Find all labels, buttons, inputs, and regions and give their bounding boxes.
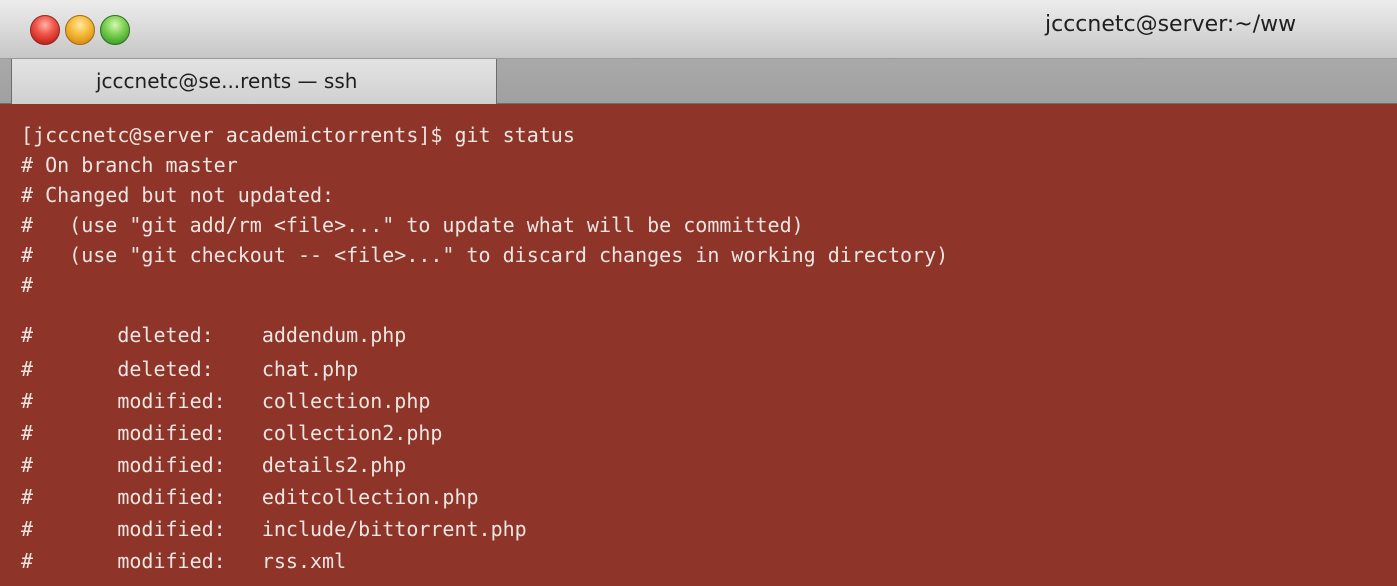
terminal-line: # (use "git checkout -- <file>..." to di… <box>21 243 949 267</box>
terminal-line: # Changed but not updated: <box>21 183 335 207</box>
terminal-window: jcccnetc@server:~/ww jcccnetc@se...rents… <box>0 0 1397 586</box>
terminal-line-prompt: [jcccnetc@server academictorrents]$ git … <box>21 123 575 147</box>
zoom-button[interactable] <box>100 15 130 45</box>
terminal-line: # modified: collection.php <box>21 389 431 413</box>
terminal-line: # modified: include/bittorrent.php <box>21 517 527 541</box>
title-bar[interactable]: jcccnetc@server:~/ww <box>0 0 1397 59</box>
close-button[interactable] <box>30 15 60 45</box>
terminal-line: # deleted: addendum.php <box>21 323 407 347</box>
terminal-line: # On branch master <box>21 153 238 177</box>
terminal-line: # (use "git add/rm <file>..." to update … <box>21 213 804 237</box>
terminal-line: # modified: collection2.php <box>21 421 443 445</box>
terminal-output[interactable]: [jcccnetc@server academictorrents]$ git … <box>0 104 1397 586</box>
terminal-line: # deleted: chat.php <box>21 357 359 381</box>
terminal-line: # <box>21 273 34 297</box>
tab-bar: jcccnetc@se...rents — ssh <box>0 59 1397 104</box>
terminal-line: # modified: details2.php <box>21 453 407 477</box>
tab-ssh-session[interactable]: jcccnetc@se...rents — ssh <box>11 59 497 104</box>
window-title: jcccnetc@server:~/ww <box>1045 12 1297 37</box>
tab-label: jcccnetc@se...rents — ssh <box>96 69 358 93</box>
terminal-line: # modified: editcollection.php <box>21 485 479 509</box>
minimize-button[interactable] <box>65 15 95 45</box>
terminal-line: # modified: rss.xml <box>21 549 347 573</box>
